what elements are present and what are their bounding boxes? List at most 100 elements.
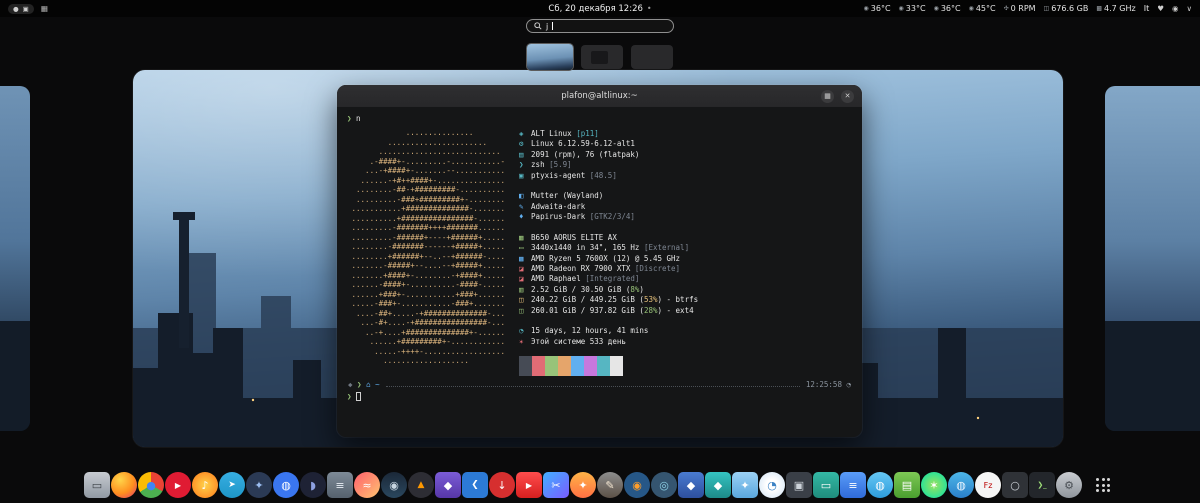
fastfetch-text: 260.01 GiB / 937.82 GiB ( [531, 305, 644, 315]
fastfetch-spacer [519, 181, 698, 191]
dock-app-disk-utility[interactable]: ◔ [759, 472, 785, 498]
fastfetch-text: Papirus-Dark [531, 212, 590, 222]
fan-speed[interactable]: ✣ 0 RPM [1004, 4, 1036, 13]
dock-app-video-player[interactable]: ▶ [516, 472, 542, 498]
skyline-silhouette [1105, 320, 1200, 431]
board-temp[interactable]: ◉ 33°C [899, 4, 926, 13]
system-status-icon[interactable]: ◉ [1172, 4, 1179, 13]
fastfetch-text: Adwaita-dark [531, 201, 586, 211]
dock-app-settings[interactable]: ⚙ [1056, 472, 1082, 498]
dock-app-discord[interactable]: ◗ [300, 472, 326, 498]
dock-app-youtube-music[interactable]: ▶ [165, 472, 191, 498]
dock-app-filezilla[interactable]: Fz [975, 472, 1001, 498]
clock-label: Сб, 20 декабря 12:26 [548, 3, 643, 14]
dock-app-photo-tool[interactable]: ✦ [570, 472, 596, 498]
keyboard-layout[interactable]: It [1144, 4, 1150, 13]
clock[interactable]: Сб, 20 декабря 12:26 • [548, 4, 651, 14]
dock-app-utility-app[interactable]: ✦ [732, 472, 758, 498]
dock-app-gimp[interactable]: ✎ [597, 472, 623, 498]
fastfetch-text: B650 AORUS ELITE AX [531, 232, 617, 242]
video-editor-icon: ✂ [551, 478, 561, 492]
dock-app-cloud-app[interactable]: ◍ [867, 472, 893, 498]
fastfetch-field-icon: ◧ [519, 191, 524, 201]
dock-app-globe-app[interactable]: ◍ [948, 472, 974, 498]
chevron-down-icon[interactable]: ∨ [1187, 4, 1193, 13]
dock-app-package-manager[interactable]: ▣ [786, 472, 812, 498]
workspace-1-active[interactable] [527, 44, 573, 70]
globe-app-icon: ◍ [956, 478, 966, 492]
dock-app-download-manager[interactable]: ↓ [489, 472, 515, 498]
workspace-preview-right[interactable] [1105, 86, 1200, 431]
workspace-preview-active[interactable]: plafon@altlinux:~ ▦ ✕ ❯ n ..............… [133, 70, 1063, 447]
dock-app-telegram[interactable]: ➤ [219, 472, 245, 498]
vitals-heart-icon[interactable]: ♥ [1157, 4, 1164, 13]
workspace-2[interactable] [581, 45, 623, 69]
dock-app-video-editor[interactable]: ✂ [543, 472, 569, 498]
dock-app-steam[interactable]: ◉ [381, 472, 407, 498]
telegram-icon: ➤ [228, 480, 236, 490]
dock-app-music-app[interactable]: ♪ [192, 472, 218, 498]
dock-app-vscode[interactable]: ❮ [462, 472, 488, 498]
dock-app-search-tool[interactable]: ○ [1002, 472, 1028, 498]
cpu-temp-icon: ◉ [863, 5, 869, 12]
fastfetch-line: ♦ Papirus-Dark [GTK2/3/4] [519, 212, 698, 222]
gimp-icon: ✎ [605, 478, 615, 492]
terminal-window[interactable]: plafon@altlinux:~ ▦ ✕ ❯ n ..............… [337, 85, 862, 437]
fastfetch-line: ◪ AMD Raphael [Integrated] [519, 274, 698, 284]
fastfetch-field-icon: ◪ [519, 264, 524, 274]
fastfetch-field-icon: ⚙ [519, 139, 524, 149]
dock-app-green-app[interactable]: ✶ [921, 472, 947, 498]
dock-app-text-editor[interactable]: ≡ [327, 472, 353, 498]
fastfetch-line: ◫ 240.22 GiB / 449.25 GiB (53%) - btrfs [519, 295, 698, 305]
dock-app-chromium[interactable]: ● [138, 472, 164, 498]
drive-temp[interactable]: ◉ 45°C [969, 4, 996, 13]
disk-free[interactable]: ◫ 676.6 GB [1044, 4, 1089, 13]
dock-app-display-tool[interactable]: ▭ [813, 472, 839, 498]
dock-app-vpn-app[interactable]: ◆ [705, 472, 731, 498]
fastfetch-line: ▣ ptyxis-agent [48.5] [519, 171, 698, 181]
shell-prompt-line[interactable]: ❯ [347, 392, 852, 401]
close-button[interactable]: ✕ [841, 89, 854, 103]
audio-editor-icon: ≈ [362, 478, 372, 492]
gpu-temp[interactable]: ◉ 36°C [934, 4, 961, 13]
workspace-3[interactable] [631, 45, 673, 69]
terminal-content[interactable]: ❯ n ............... ....................… [337, 107, 862, 437]
dock-app-godot[interactable]: ◎ [651, 472, 677, 498]
search-tool-icon: ○ [1010, 478, 1020, 492]
dock-app-layers-app[interactable]: ≡ [840, 472, 866, 498]
cpu-freq[interactable]: ▩ 4.7 GHz [1096, 4, 1135, 13]
alt-linux-ascii-logo: ............... ...................... .… [351, 128, 506, 365]
palette-swatch [597, 356, 611, 377]
dock-app-audio-editor[interactable]: ≈ [354, 472, 380, 498]
app-grid-button[interactable] [1090, 472, 1116, 498]
workspace-preview-left[interactable] [0, 86, 30, 431]
dock-app-blender[interactable]: ◉ [624, 472, 650, 498]
dock-app-messenger-app[interactable]: ◍ [273, 472, 299, 498]
fastfetch-line: ◧ Mutter (Wayland) [519, 191, 698, 201]
dock-app-shield-app[interactable]: ◆ [678, 472, 704, 498]
game-launcher-icon: ▲ [417, 480, 425, 490]
heroic-launcher-icon: ◆ [443, 478, 453, 492]
dock-app-screenshot-tool[interactable]: ▭ [84, 472, 110, 498]
dock-app-heroic-launcher[interactable]: ◆ [435, 472, 461, 498]
dock-app-firefox[interactable] [111, 472, 137, 498]
fastfetch-spacer [519, 223, 698, 233]
dock-app-office-app[interactable]: ▤ [894, 472, 920, 498]
fastfetch-text: [48.5] [589, 170, 617, 180]
fastfetch-field-icon: ▤ [519, 149, 524, 159]
cpu-temp[interactable]: ◉ 36°C [864, 4, 891, 13]
terminal-titlebar[interactable]: plafon@altlinux:~ ▦ ✕ [337, 85, 862, 107]
system-stats[interactable]: ◉ 36°C ◉ 33°C ◉ 36°C ◉ 45°C ✣ 0 RPM ◫ 676.6 GB ▩ 4.7 … [864, 4, 1136, 13]
dock-app-chat-app[interactable]: ✦ [246, 472, 272, 498]
shield-app-icon: ◆ [686, 478, 696, 492]
search-input[interactable]: j [526, 19, 674, 33]
screen-indicator-pill[interactable]: ● ▣ [8, 3, 34, 14]
dock-app-terminal-app[interactable]: ❯_ [1029, 472, 1055, 498]
tray-app-icon[interactable]: ▦ [41, 4, 48, 13]
dock-app-game-launcher[interactable]: ▲ [408, 472, 434, 498]
fastfetch-field-icon: ▭ [519, 243, 524, 253]
fastfetch-info: ◈ ALT Linux [p11] ⚙ Linux 6.12.59-6.12-alt1… [519, 128, 698, 377]
board-temp-icon: ◉ [898, 5, 904, 12]
tabs-menu-button[interactable]: ▦ [821, 89, 834, 103]
fastfetch-text: AMD Radeon RX 7900 XTX [531, 264, 635, 274]
